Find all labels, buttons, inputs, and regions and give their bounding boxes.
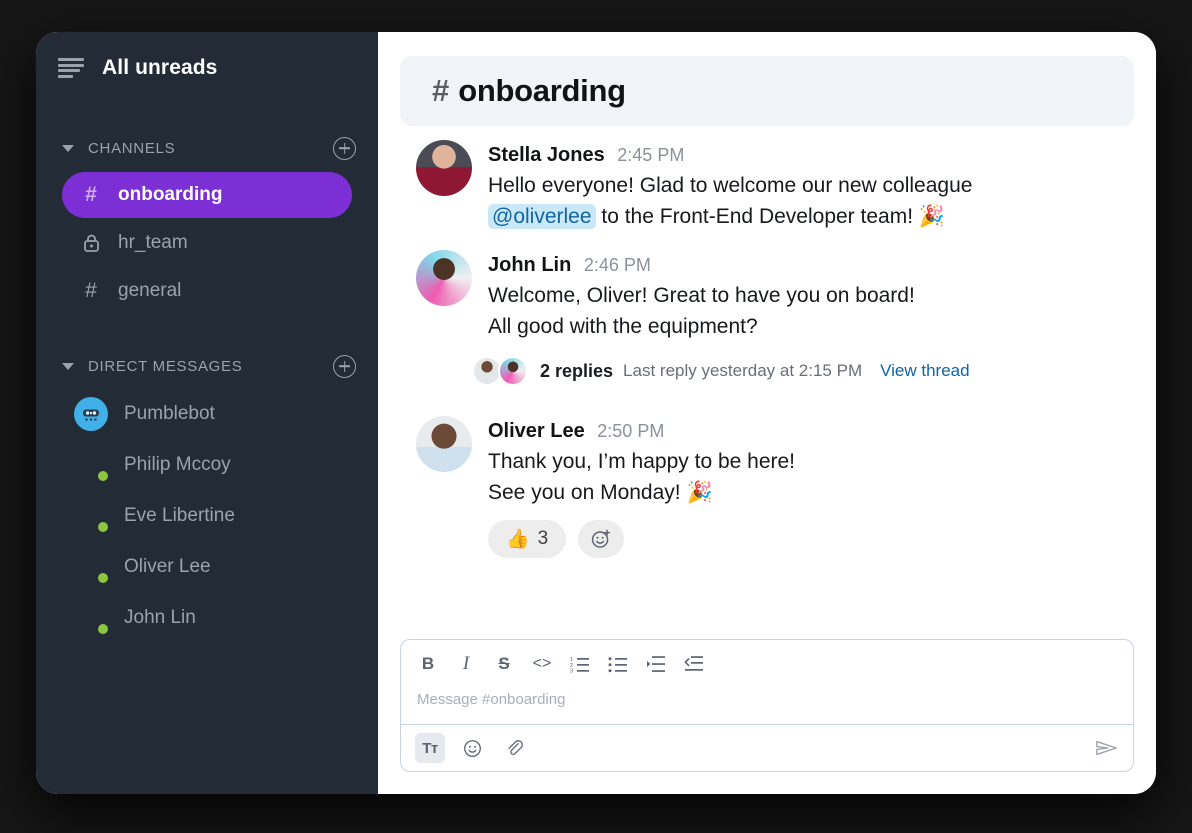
emoji-icon[interactable] — [457, 733, 487, 763]
add-dm-icon[interactable] — [333, 354, 356, 378]
message-composer: B I S <> 1 2 3 Message #onboarding Tᴛ — [400, 639, 1134, 772]
message-author: Oliver Lee — [488, 420, 585, 442]
send-icon[interactable] — [1095, 737, 1119, 759]
app-window: All unreads CHANNELS # onboarding hr_tea… — [36, 32, 1156, 794]
view-thread-link[interactable]: View thread — [880, 361, 969, 381]
thread-summary[interactable]: 2 replies Last reply yesterday at 2:15 P… — [472, 356, 1134, 386]
hash-icon: # — [432, 73, 450, 108]
sidebar-header: All unreads — [36, 32, 378, 104]
sidebar: All unreads CHANNELS # onboarding hr_tea… — [36, 32, 378, 794]
online-status-dot — [96, 621, 110, 636]
online-status-dot — [96, 570, 110, 585]
avatar — [416, 250, 472, 306]
reaction-count: 3 — [537, 528, 549, 549]
thread-participants — [472, 356, 528, 386]
message-line-1: Welcome, Oliver! Great to have you on bo… — [488, 284, 915, 307]
avatar — [416, 140, 472, 196]
sidebar-channel-label: general — [118, 280, 182, 301]
screen-root: All unreads CHANNELS # onboarding hr_tea… — [0, 0, 1192, 833]
code-icon[interactable]: <> — [529, 651, 555, 677]
message-line-1: Hello everyone! Glad to welcome our new … — [488, 174, 973, 197]
online-status-dot — [96, 519, 110, 534]
sidebar-dm-philip-mccoy[interactable]: Philip Mccoy — [36, 439, 378, 490]
sidebar-dm-pumblebot[interactable]: Pumblebot — [36, 388, 378, 439]
avatar — [74, 396, 108, 431]
reaction-bar: 👍 3 — [488, 520, 795, 558]
avatar — [498, 356, 528, 386]
sidebar-dm-eve-libertine[interactable]: Eve Libertine — [36, 490, 378, 541]
bulleted-list-icon[interactable] — [605, 651, 631, 677]
message-line-2: All good with the equipment? — [488, 315, 758, 338]
composer-toolbar: B I S <> 1 2 3 — [401, 640, 1133, 685]
message-author: John Lin — [488, 254, 572, 276]
attachment-icon[interactable] — [499, 733, 529, 763]
bold-icon[interactable]: B — [415, 651, 441, 677]
add-channel-icon[interactable] — [333, 136, 356, 160]
avatar — [74, 499, 110, 534]
hash-icon: # — [85, 183, 97, 206]
strikethrough-icon[interactable]: S — [491, 651, 517, 677]
message-timestamp: 2:45 PM — [617, 145, 685, 165]
blockquote-icon[interactable] — [643, 651, 669, 677]
sidebar-channel-onboarding[interactable]: # onboarding — [62, 172, 352, 218]
sidebar-dm-oliver-lee[interactable]: Oliver Lee — [36, 541, 378, 592]
format-text-icon[interactable]: Tᴛ — [415, 733, 445, 763]
avatar — [416, 416, 472, 472]
add-reaction-icon[interactable] — [578, 520, 625, 558]
channels-section-header[interactable]: CHANNELS — [36, 126, 378, 170]
mention-oliverlee[interactable]: @oliverlee — [488, 204, 596, 229]
ordered-list-icon[interactable]: 1 2 3 — [567, 651, 593, 677]
reaction-thumbsup[interactable]: 👍 3 — [488, 520, 567, 558]
sidebar-dm-label: Philip Mccoy — [124, 453, 231, 475]
svg-text:3: 3 — [570, 669, 573, 674]
chevron-down-icon[interactable] — [62, 362, 74, 370]
channel-title: onboarding — [458, 73, 626, 108]
dm-section-header[interactable]: DIRECT MESSAGES — [36, 344, 378, 388]
composer-bottom-bar: Tᴛ — [401, 725, 1133, 771]
message-text: Thank you, I’m happy to be here! See you… — [488, 446, 795, 508]
sidebar-dm-label: Oliver Lee — [124, 555, 211, 577]
message-timestamp: 2:50 PM — [597, 421, 665, 441]
thread-reply-count: 2 replies — [540, 360, 614, 381]
message-list: Stella Jones 2:45 PM Hello everyone! Gla… — [400, 126, 1134, 633]
avatar — [74, 448, 110, 483]
message-line-1: Thank you, I’m happy to be here! — [488, 450, 796, 473]
message-item: Oliver Lee 2:50 PM Thank you, I’m happy … — [400, 416, 1134, 558]
message-input[interactable]: Message #onboarding — [401, 685, 1133, 725]
all-unreads-title[interactable]: All unreads — [102, 56, 217, 80]
message-author: Stella Jones — [488, 144, 605, 166]
message-text: Hello everyone! Glad to welcome our new … — [488, 170, 972, 232]
italic-icon[interactable]: I — [453, 651, 479, 677]
message-timestamp: 2:46 PM — [583, 255, 651, 275]
sidebar-channel-general[interactable]: # general — [62, 268, 352, 314]
main-panel: # onboarding Stella Jones 2:45 PM Hello … — [378, 32, 1156, 794]
thread-last-reply: Last reply yesterday at 2:15 PM — [623, 361, 863, 380]
dm-section-label: DIRECT MESSAGES — [88, 357, 243, 375]
code-block-icon[interactable] — [681, 651, 707, 677]
sidebar-channel-hr_team[interactable]: hr_team — [62, 220, 352, 266]
message-text: Welcome, Oliver! Great to have you on bo… — [488, 280, 915, 342]
thumbsup-icon: 👍 — [506, 529, 530, 550]
channel-header: # onboarding — [400, 56, 1134, 126]
avatar — [74, 550, 110, 585]
sidebar-dm-john-lin[interactable]: John Lin — [36, 592, 378, 643]
sidebar-dm-label: John Lin — [124, 606, 196, 628]
hash-icon: # — [85, 279, 97, 302]
channels-section-label: CHANNELS — [88, 139, 176, 157]
sidebar-dm-label: Eve Libertine — [124, 504, 235, 526]
sidebar-channel-label: onboarding — [118, 184, 223, 205]
message-item: Stella Jones 2:45 PM Hello everyone! Gla… — [400, 140, 1134, 232]
message-line-2: See you on Monday! 🎉 — [488, 481, 713, 504]
message-line-2: to the Front-End Developer team! 🎉 — [595, 205, 946, 228]
sidebar-channel-label: hr_team — [118, 232, 188, 253]
hamburger-menu-icon[interactable] — [58, 58, 84, 78]
online-status-dot — [96, 468, 110, 483]
sidebar-dm-label: Pumblebot — [124, 402, 215, 424]
lock-icon — [82, 233, 100, 253]
message-item: John Lin 2:46 PM Welcome, Oliver! Great … — [400, 250, 1134, 342]
chevron-down-icon[interactable] — [62, 144, 74, 152]
avatar — [74, 601, 110, 636]
